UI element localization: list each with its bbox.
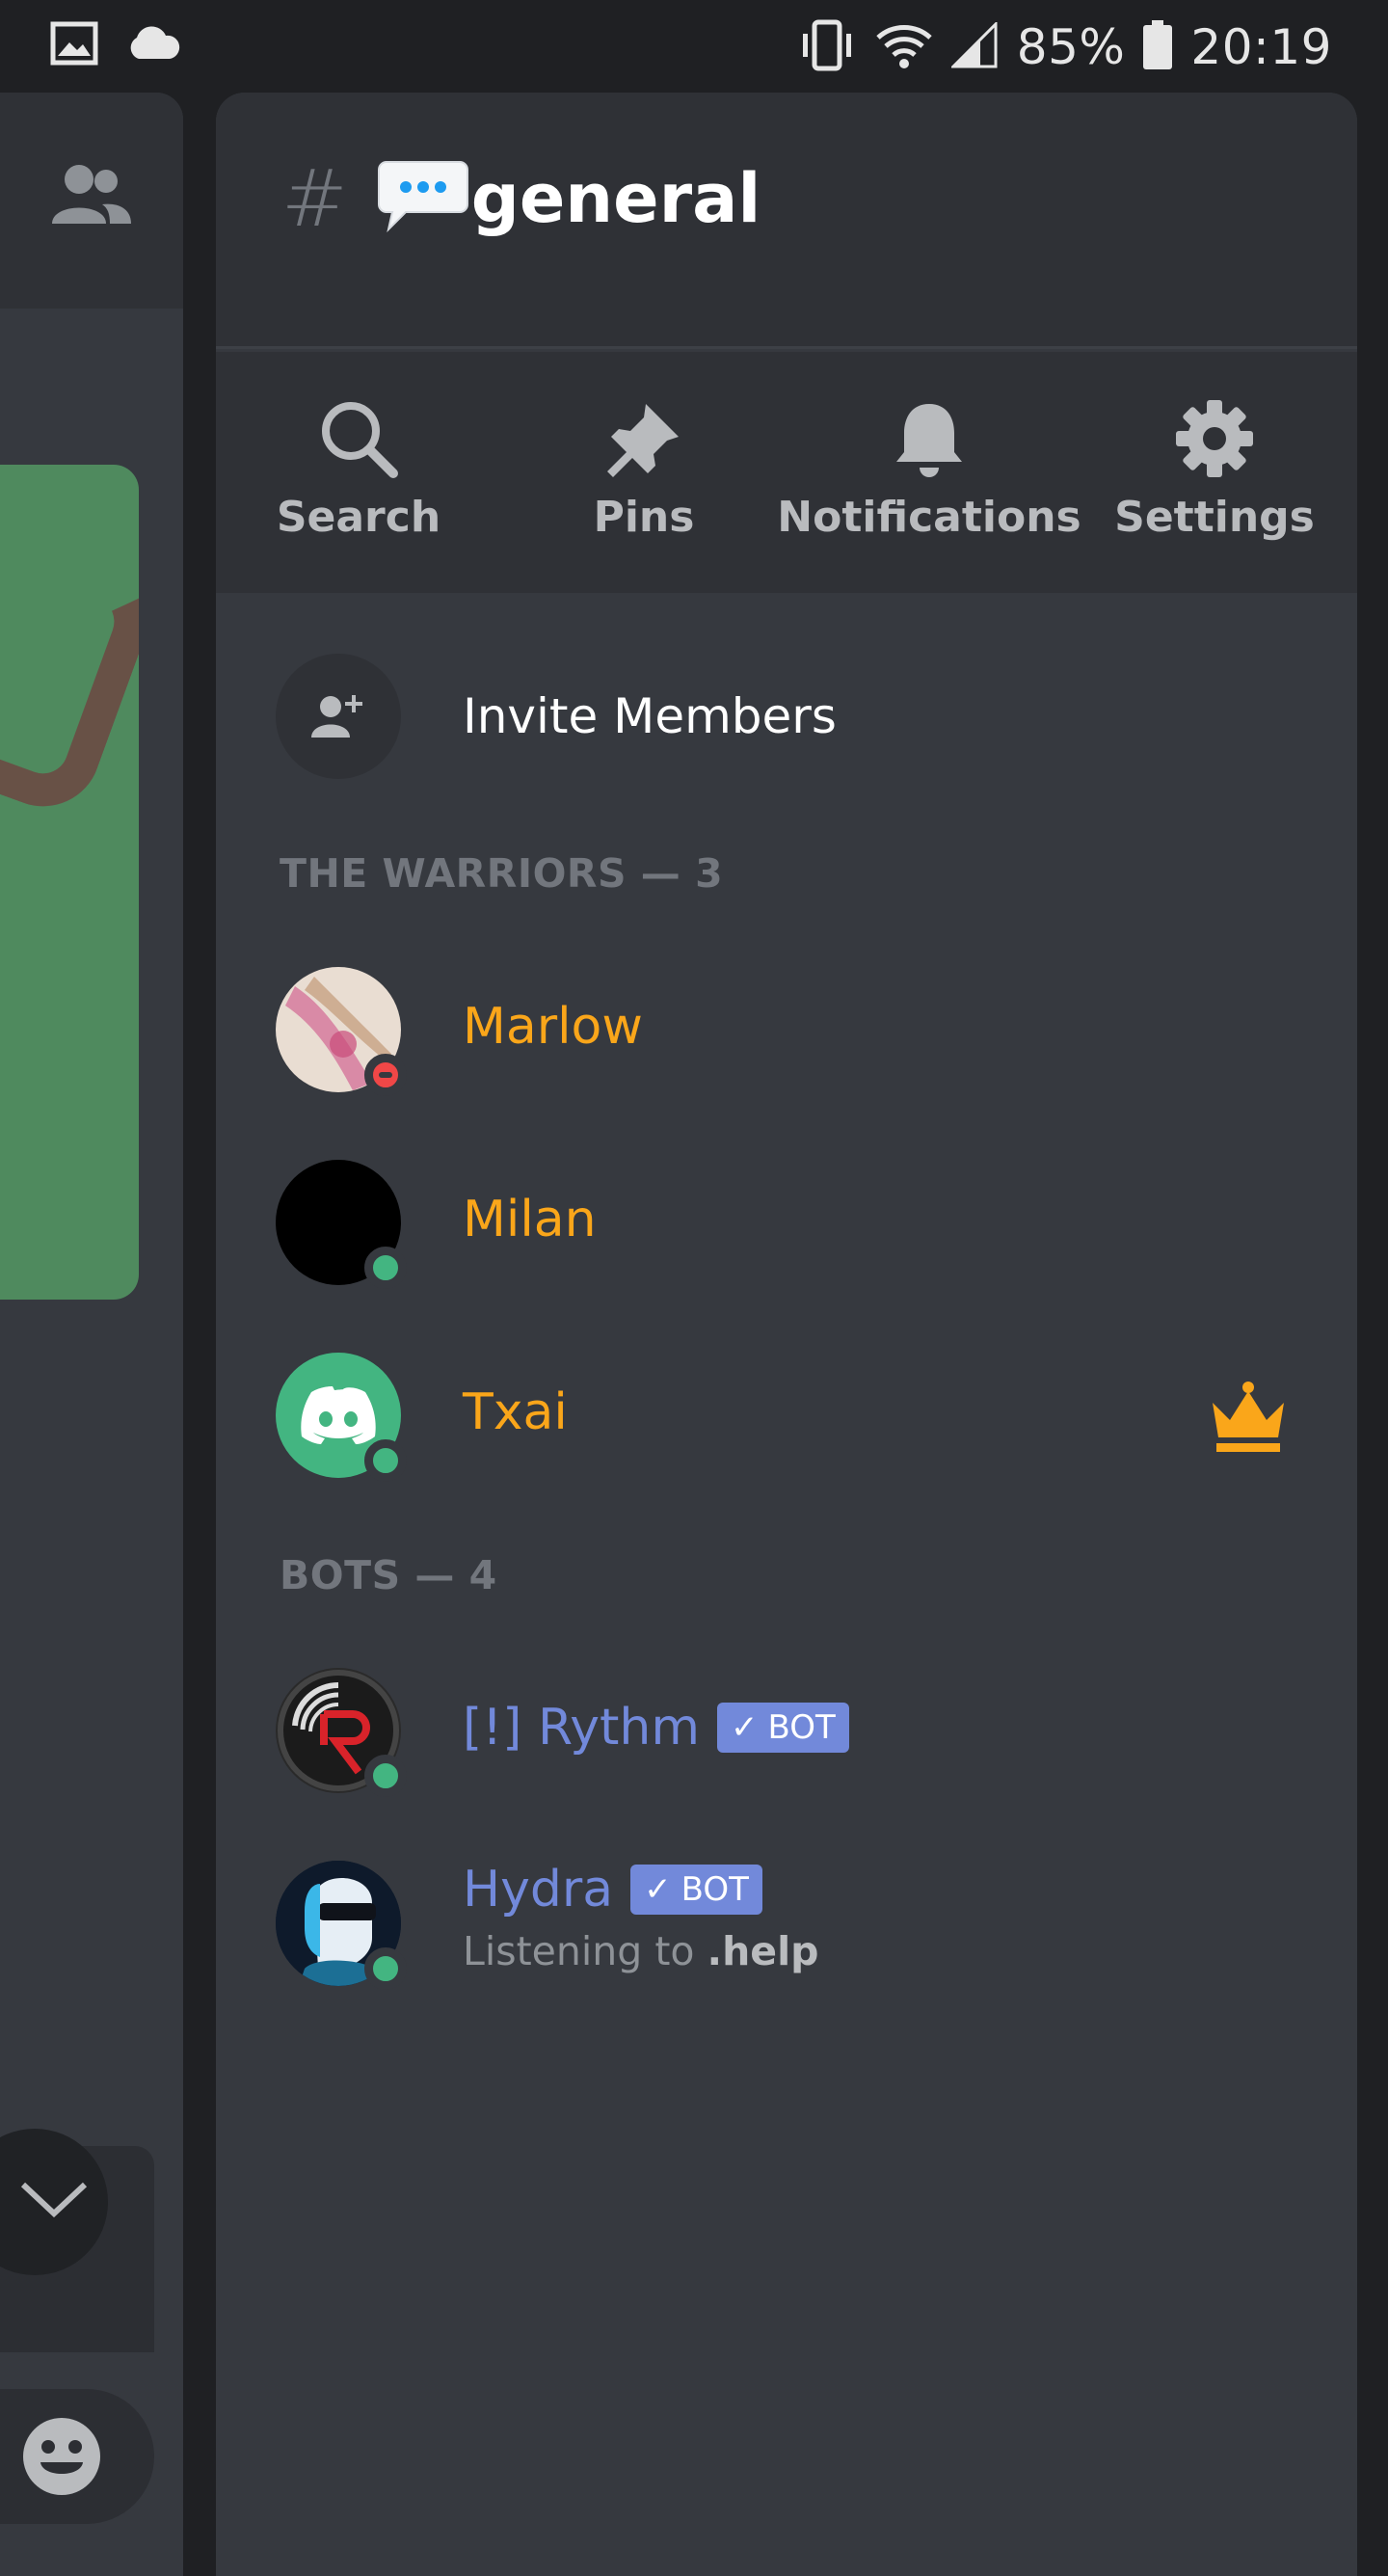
smiley-icon [21,2416,102,2501]
online-status-icon [364,1947,407,1990]
channel-action-bar: Search Pins Notifications Settings [216,352,1357,593]
search-button[interactable]: Search [216,390,501,542]
crown-icon [1209,1382,1288,1459]
bot-badge-label: BOT [767,1708,836,1747]
member-name: [!] Rythm ✓ BOT [463,1699,849,1757]
pins-label: Pins [593,493,695,542]
bot-badge: ✓ BOT [717,1703,849,1753]
member-name: Hydra ✓ BOT [463,1861,762,1919]
section-header-warriors: THE WARRIORS — 3 [280,850,724,897]
search-label: Search [276,493,441,542]
speech-balloon-icon [377,158,469,239]
notifications-label: Notifications [777,493,1081,542]
vibrate-icon [797,18,857,76]
search-icon [318,390,399,487]
pins-button[interactable]: Pins [501,390,787,542]
check-icon: ✓ [731,1708,759,1747]
signal-icon [949,20,1000,72]
member-activity: Listening to .help [463,1928,819,1974]
avatar [276,1861,407,1990]
wifi-icon [874,20,934,74]
activity-target: .help [707,1928,819,1974]
battery-icon [1142,20,1173,74]
avatar [276,1668,407,1797]
member-name: Txai [463,1383,568,1441]
chevron-down-icon [19,2181,89,2223]
chat-image-attachment[interactable] [0,465,139,1300]
avatar [276,1160,407,1289]
discord-logo-icon [301,1386,376,1444]
avatar [276,1353,407,1482]
activity-prefix: Listening to [463,1928,707,1974]
bot-badge: ✓ BOT [630,1865,762,1915]
background-chat-panel[interactable] [0,93,183,2576]
member-row[interactable]: Txai [276,1353,1326,1482]
online-status-icon [364,1755,407,1797]
bot-badge-label: BOT [681,1870,749,1909]
channel-name: general [470,159,761,238]
battery-percent: 85% [1016,19,1126,75]
member-row[interactable]: [!] Rythm ✓ BOT [276,1668,1326,1797]
emoji-button[interactable] [0,2389,154,2524]
notifications-button[interactable]: Notifications [777,390,1081,542]
check-icon: ✓ [644,1870,672,1909]
settings-label: Settings [1114,493,1315,542]
member-name: Marlow [463,998,643,1056]
settings-button[interactable]: Settings [1072,390,1357,542]
section-header-bots: BOTS — 4 [280,1552,497,1598]
status-bar: 85% 20:19 [0,0,1388,93]
channel-members-drawer: # general Search Pins Notifications Sett… [216,93,1357,2576]
invite-members-label: Invite Members [463,688,837,744]
drawer-header: # general [216,93,1357,349]
members-icon[interactable] [50,160,133,233]
bot-name: [!] Rythm [463,1699,701,1757]
add-member-icon [276,654,401,779]
clock: 20:19 [1190,19,1332,75]
gear-icon [1174,390,1255,487]
pin-icon [603,390,684,487]
member-row[interactable]: Marlow [276,967,1326,1096]
avatar [276,967,407,1096]
hash-icon: # [281,152,348,245]
bot-name: Hydra [463,1861,614,1919]
member-row[interactable]: Hydra ✓ BOT Listening to .help [276,1861,1326,1990]
online-status-icon [364,1247,407,1289]
channel-title: # general [281,153,761,245]
gallery-icon [50,21,98,69]
online-status-icon [364,1439,407,1482]
member-name: Milan [463,1191,597,1248]
invite-members-button[interactable]: Invite Members [276,654,837,779]
cloud-icon [125,24,181,67]
background-chat-header [0,93,183,309]
member-row[interactable]: Milan [276,1160,1326,1289]
bell-icon [891,390,968,487]
dnd-status-icon [364,1054,407,1096]
